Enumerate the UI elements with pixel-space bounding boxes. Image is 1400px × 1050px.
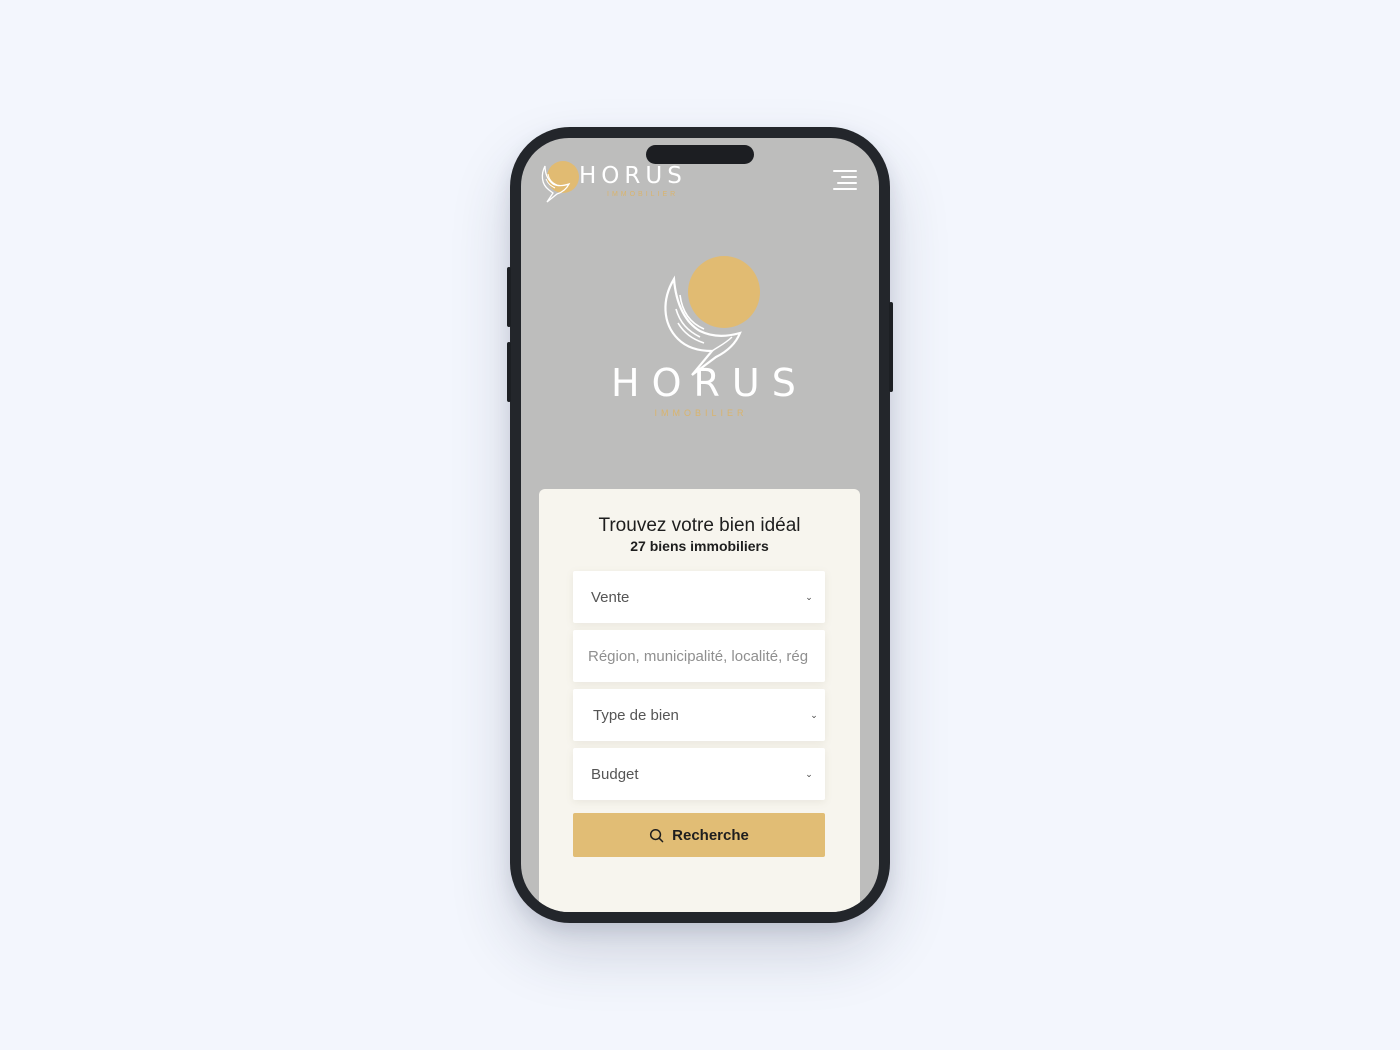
search-icon [650,828,664,842]
phone-screen: HORUS IMMOBILIER HORUS IMMOBILIER Trouve… [521,138,879,912]
chevron-down-icon: ⌄ [810,709,818,720]
search-button-label: Recherche [672,826,749,844]
phone-frame: HORUS IMMOBILIER HORUS IMMOBILIER Trouve… [507,127,893,923]
volume-button [507,267,511,327]
property-type-value: Type de bien [593,706,679,724]
budget-select[interactable]: Budget ⌄ [573,748,825,800]
brand-tagline: IMMOBILIER [654,408,748,418]
brand-name: HORUS [579,163,687,189]
header-logo[interactable]: HORUS IMMOBILIER [539,158,699,206]
hero-logo: HORUS IMMOBILIER [601,253,801,428]
location-field[interactable] [573,630,825,682]
chevron-down-icon: ⌄ [805,591,813,602]
budget-value: Budget [591,765,639,783]
search-button[interactable]: Recherche [573,813,825,857]
property-count: 27 biens immobiliers [630,538,769,554]
search-title: Trouvez votre bien idéal [598,515,801,536]
location-input[interactable] [573,647,825,665]
transaction-type-select[interactable]: Vente ⌄ [573,571,825,623]
search-card: Trouvez votre bien idéal 27 biens immobi… [539,489,860,912]
property-type-select[interactable]: Type de bien ⌄ [573,689,825,741]
volume-button [507,342,511,402]
transaction-type-value: Vente [591,588,630,606]
chevron-down-icon: ⌄ [805,768,813,779]
bird-icon [541,165,571,203]
brand-tagline: IMMOBILIER [607,191,679,198]
power-button [889,302,893,392]
brand-name: HORUS [611,361,808,405]
hamburger-menu-icon[interactable] [833,170,857,192]
